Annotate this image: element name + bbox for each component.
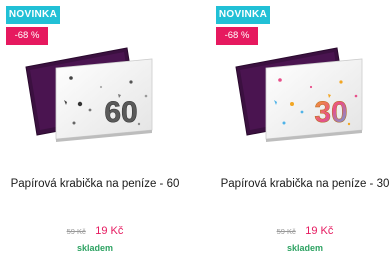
product-card[interactable]: 30 NOVINKA -68 % Papírová krabička na pe… (210, 0, 390, 270)
price-old: 59 Kč (66, 227, 86, 236)
badge-new: NOVINKA (6, 6, 60, 24)
product-name-link[interactable]: Papírová krabička na peníze - 60 (0, 178, 190, 190)
product-badges: NOVINKA -68 % (6, 6, 60, 45)
box-number-30: 30 (314, 96, 347, 129)
price-new: 19 Kč (95, 225, 124, 237)
badge-discount: -68 % (6, 27, 48, 45)
badge-discount: -68 % (216, 27, 258, 45)
product-name-link[interactable]: Papírová krabička na peníze - 30 (210, 178, 390, 190)
availability-status: skladem (286, 243, 324, 253)
product-badges: NOVINKA -68 % (216, 6, 270, 45)
price-block: 59 Kč 19 Kč (0, 221, 190, 239)
product-grid: 60 NOVINKA -68 % Papírová krabička na pe… (0, 0, 390, 270)
product-card[interactable]: 60 NOVINKA -68 % Papírová krabička na pe… (0, 0, 190, 270)
box-number-60: 60 (104, 96, 137, 129)
badge-new: NOVINKA (216, 6, 270, 24)
price-block: 59 Kč 19 Kč (210, 221, 390, 239)
price-new: 19 Kč (305, 225, 334, 237)
price-old: 59 Kč (276, 227, 296, 236)
availability-status: skladem (76, 243, 114, 253)
